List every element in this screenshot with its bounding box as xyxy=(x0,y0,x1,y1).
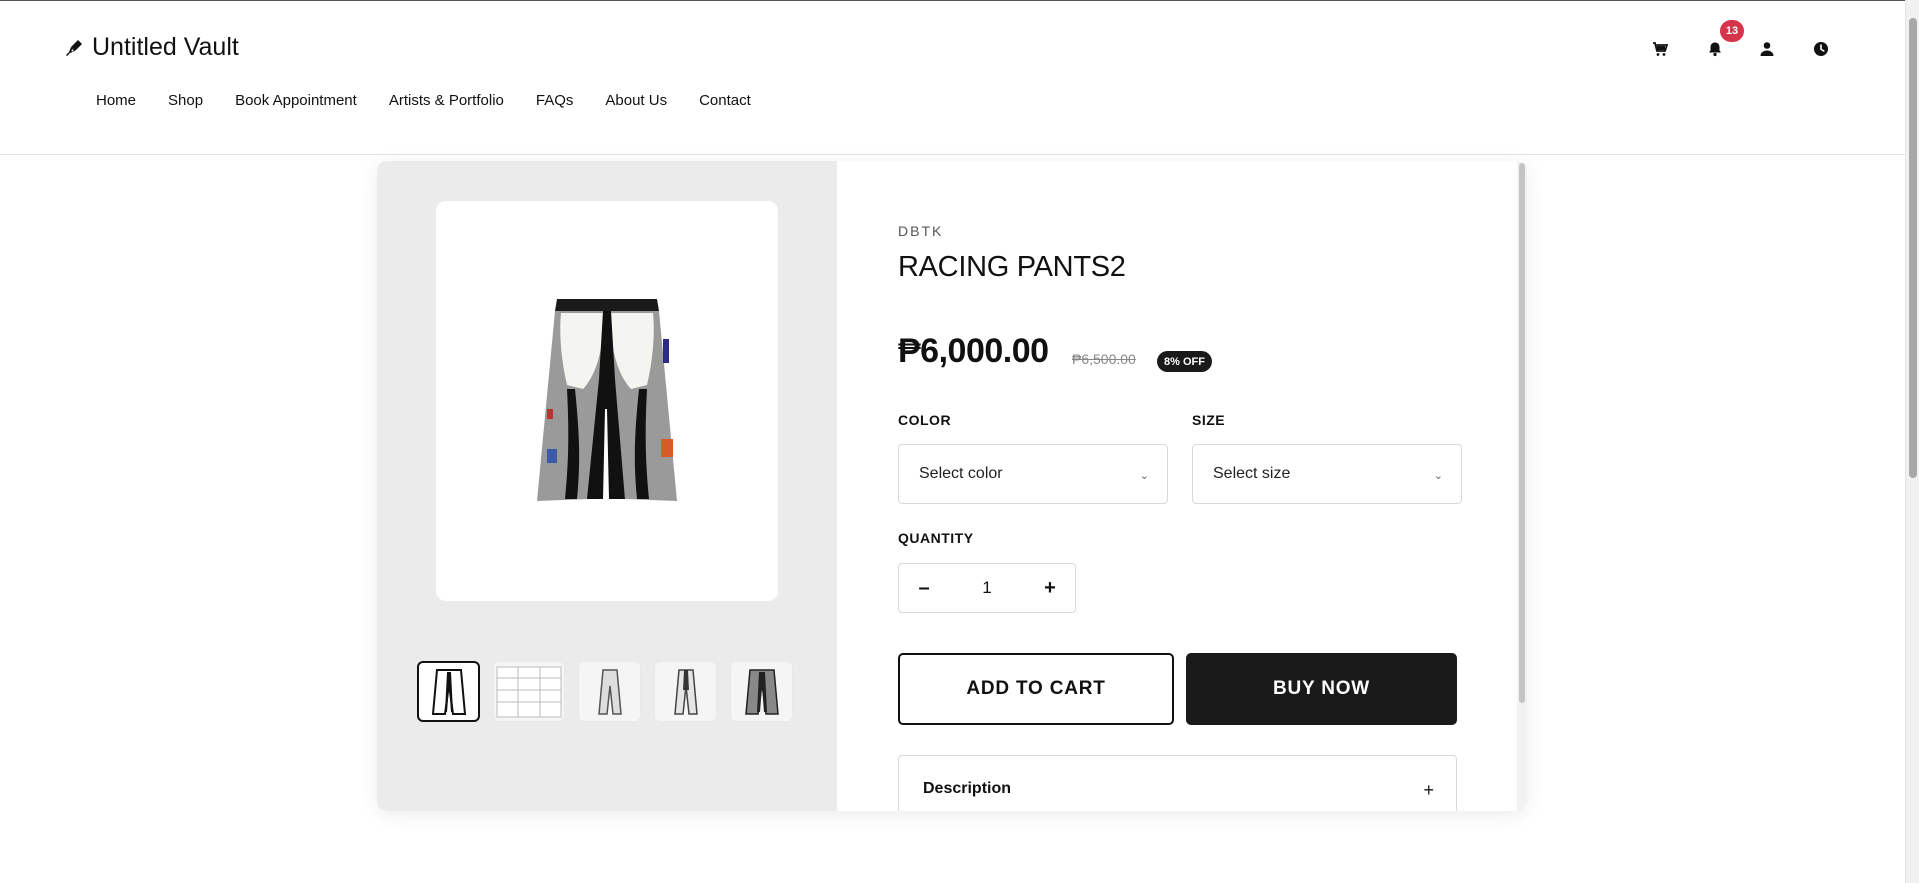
user-icon[interactable] xyxy=(1757,39,1777,59)
nav-shop[interactable]: Shop xyxy=(168,92,203,109)
size-select[interactable]: Select size ⌄ xyxy=(1192,444,1462,504)
thumbnail-2[interactable] xyxy=(493,661,565,722)
quantity-increase-button[interactable]: + xyxy=(1025,564,1075,612)
logo-text: Untitled Vault xyxy=(92,33,239,61)
page-scrollbar-thumb[interactable] xyxy=(1909,18,1917,478)
nav-faqs[interactable]: FAQs xyxy=(536,92,574,109)
product-gallery xyxy=(377,161,837,811)
clock-icon[interactable] xyxy=(1811,39,1831,59)
pen-nib-icon xyxy=(66,39,82,56)
original-price: ₱6,500.00 xyxy=(1072,351,1136,367)
product-details: DBTK RACING PANTS2 ₱6,000.00 ₱6,500.00 8… xyxy=(837,161,1527,811)
product-title: RACING PANTS2 xyxy=(898,251,1126,283)
main-product-image[interactable] xyxy=(436,201,778,601)
size-select-value: Select size xyxy=(1213,465,1291,482)
chevron-down-icon: ⌄ xyxy=(1433,470,1443,482)
racing-pants-image xyxy=(537,298,677,501)
quantity-value[interactable]: 1 xyxy=(949,564,1025,612)
main-nav: Home Shop Book Appointment Artists & Por… xyxy=(96,92,783,109)
description-label: Description xyxy=(923,780,1012,797)
thumbnail-4[interactable] xyxy=(654,661,717,722)
plus-icon: + xyxy=(1423,780,1434,800)
description-accordion[interactable]: Description + xyxy=(898,755,1457,811)
nav-contact[interactable]: Contact xyxy=(699,92,751,109)
pants-detail-thumb-icon xyxy=(744,668,779,715)
discount-badge: 8% OFF xyxy=(1157,351,1212,372)
details-scrollbar[interactable] xyxy=(1517,161,1527,811)
thumbnail-3[interactable] xyxy=(578,661,641,722)
chevron-down-icon: ⌄ xyxy=(1139,470,1149,482)
thumbnail-5[interactable] xyxy=(730,661,793,722)
product-brand[interactable]: DBTK xyxy=(898,223,943,239)
details-scrollbar-thumb[interactable] xyxy=(1519,163,1525,703)
buy-now-button[interactable]: BUY NOW xyxy=(1186,653,1457,725)
nav-home[interactable]: Home xyxy=(96,92,136,109)
notification-badge: 13 xyxy=(1720,20,1744,42)
quantity-stepper: – 1 + xyxy=(898,563,1076,613)
size-chart-thumb-icon xyxy=(496,666,562,717)
pants-back-thumb-icon xyxy=(673,668,698,715)
color-select[interactable]: Select color ⌄ xyxy=(898,444,1168,504)
product-card: DBTK RACING PANTS2 ₱6,000.00 ₱6,500.00 8… xyxy=(377,161,1527,811)
logo[interactable]: Untitled Vault xyxy=(64,33,239,62)
nav-about-us[interactable]: About Us xyxy=(605,92,667,109)
nav-artists-portfolio[interactable]: Artists & Portfolio xyxy=(389,92,504,109)
page-scrollbar[interactable] xyxy=(1905,0,1919,883)
thumbnail-1[interactable] xyxy=(417,661,480,722)
nav-book-appointment[interactable]: Book Appointment xyxy=(235,92,357,109)
bell-icon[interactable] xyxy=(1705,39,1725,59)
product-price: ₱6,000.00 xyxy=(898,332,1049,370)
pants-thumb-icon xyxy=(431,668,466,715)
quantity-decrease-button[interactable]: – xyxy=(899,564,949,612)
color-label: COLOR xyxy=(898,412,952,428)
thumbnail-strip xyxy=(417,661,793,722)
cart-icon[interactable] xyxy=(1650,39,1670,59)
site-header: Untitled Vault Home Shop Book Appointmen… xyxy=(0,0,1905,155)
quantity-label: QUANTITY xyxy=(898,530,974,546)
pants-side-thumb-icon xyxy=(597,668,622,715)
color-select-value: Select color xyxy=(919,465,1003,482)
add-to-cart-button[interactable]: ADD TO CART xyxy=(898,653,1174,725)
size-label: SIZE xyxy=(1192,412,1226,428)
